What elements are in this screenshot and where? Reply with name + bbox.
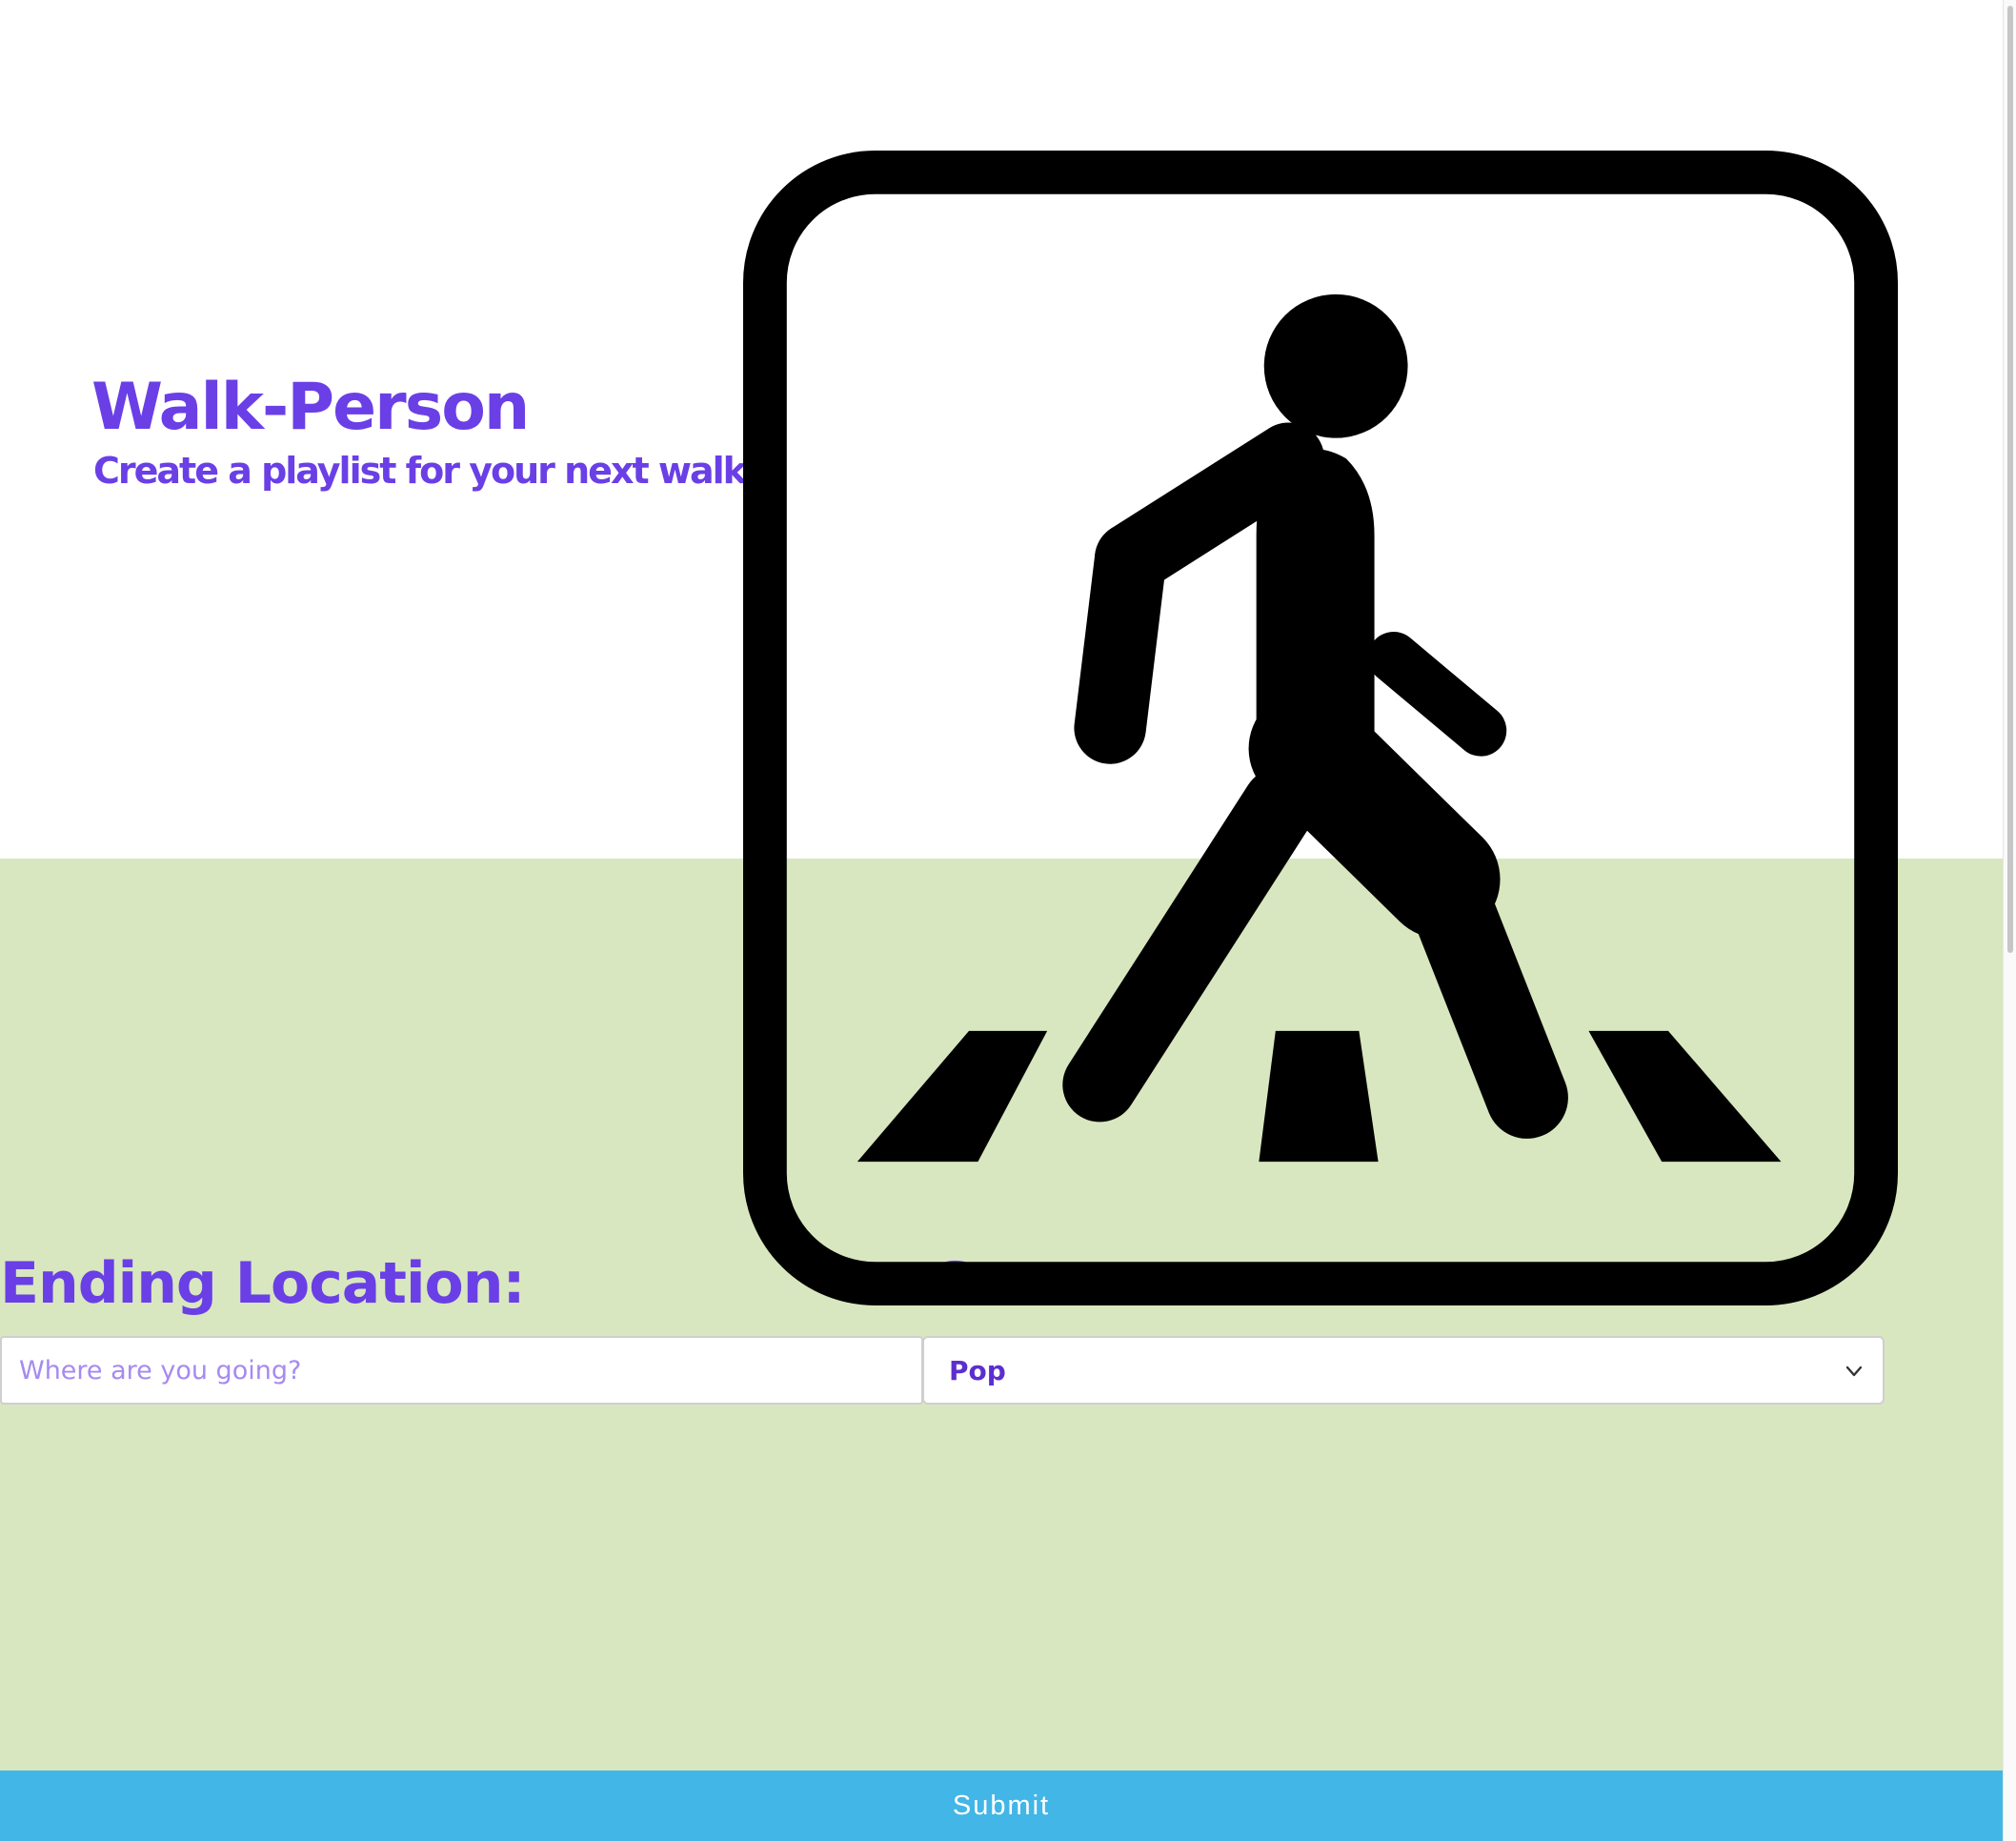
genre-selected-value: Pop: [949, 1354, 1006, 1386]
submit-button[interactable]: Submit: [0, 1770, 2003, 1841]
ending-location-input[interactable]: [0, 1336, 923, 1405]
page-subtitle: Create a playlist for your next walk: [93, 450, 747, 492]
page-title: Walk-Person: [91, 370, 530, 445]
ending-location-label: Ending Location:: [0, 1250, 525, 1317]
chevron-down-icon: [1845, 1366, 1863, 1377]
genre-select[interactable]: Pop: [922, 1336, 1885, 1405]
page-scrollbar[interactable]: [2003, 0, 2016, 1841]
scrollbar-thumb[interactable]: [2007, 6, 2013, 953]
pedestrian-crossing-sign-icon: [743, 151, 1898, 1305]
